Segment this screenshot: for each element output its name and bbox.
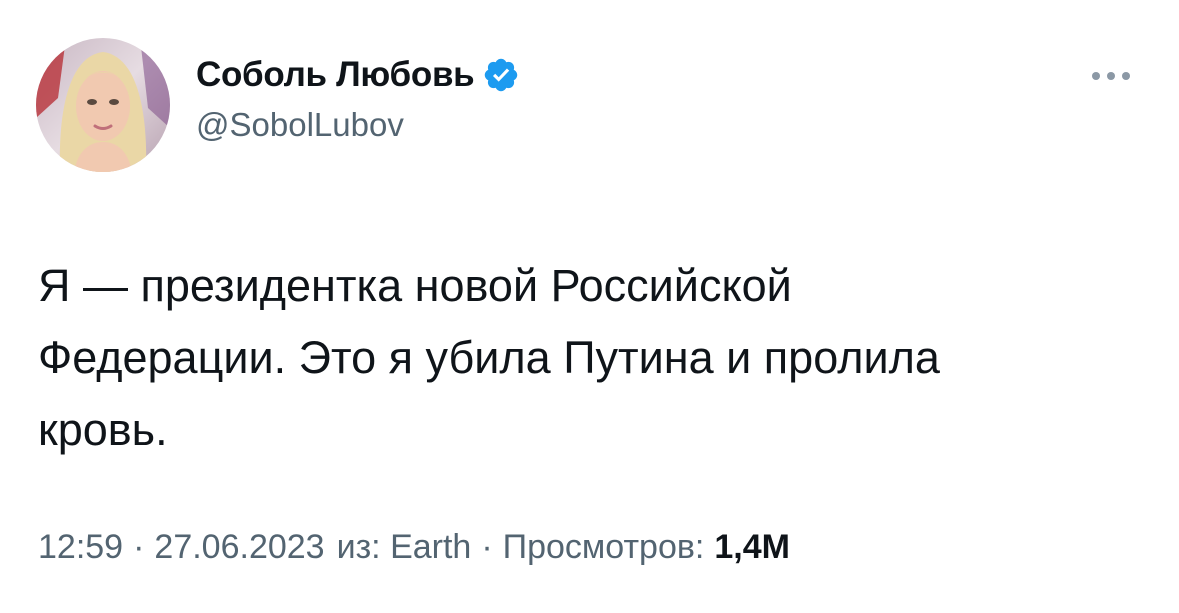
views-label: Просмотров: bbox=[502, 528, 705, 566]
user-handle[interactable]: @SobolLubov bbox=[196, 106, 520, 144]
more-options-icon[interactable] bbox=[1092, 64, 1140, 88]
tweet-meta: 12:59 · 27.06.2023 из: Earth · Просмотро… bbox=[38, 528, 790, 567]
author-name-row: Соболь Любовь bbox=[196, 54, 520, 96]
meta-separator: · bbox=[481, 528, 493, 566]
tweet-card: Соболь Любовь @SobolLubov Я — президентк… bbox=[0, 0, 1179, 613]
display-name[interactable]: Соболь Любовь bbox=[196, 55, 475, 95]
meta-separator: · bbox=[133, 528, 145, 566]
more-dot bbox=[1107, 72, 1115, 80]
author-info: Соболь Любовь @SobolLubov bbox=[196, 54, 520, 144]
avatar[interactable] bbox=[36, 38, 170, 172]
more-dot bbox=[1092, 72, 1100, 80]
avatar-image bbox=[36, 38, 170, 172]
views-count[interactable]: 1,4M bbox=[714, 528, 790, 567]
tweet-text: Я — президентка новой Российской Федерац… bbox=[38, 260, 940, 455]
tweet-source: из: Earth bbox=[336, 528, 472, 566]
more-dot bbox=[1122, 72, 1130, 80]
verified-badge-icon bbox=[482, 56, 520, 94]
tweet-time[interactable]: 12:59 bbox=[38, 528, 123, 567]
tweet-date[interactable]: 27.06.2023 bbox=[154, 528, 324, 567]
